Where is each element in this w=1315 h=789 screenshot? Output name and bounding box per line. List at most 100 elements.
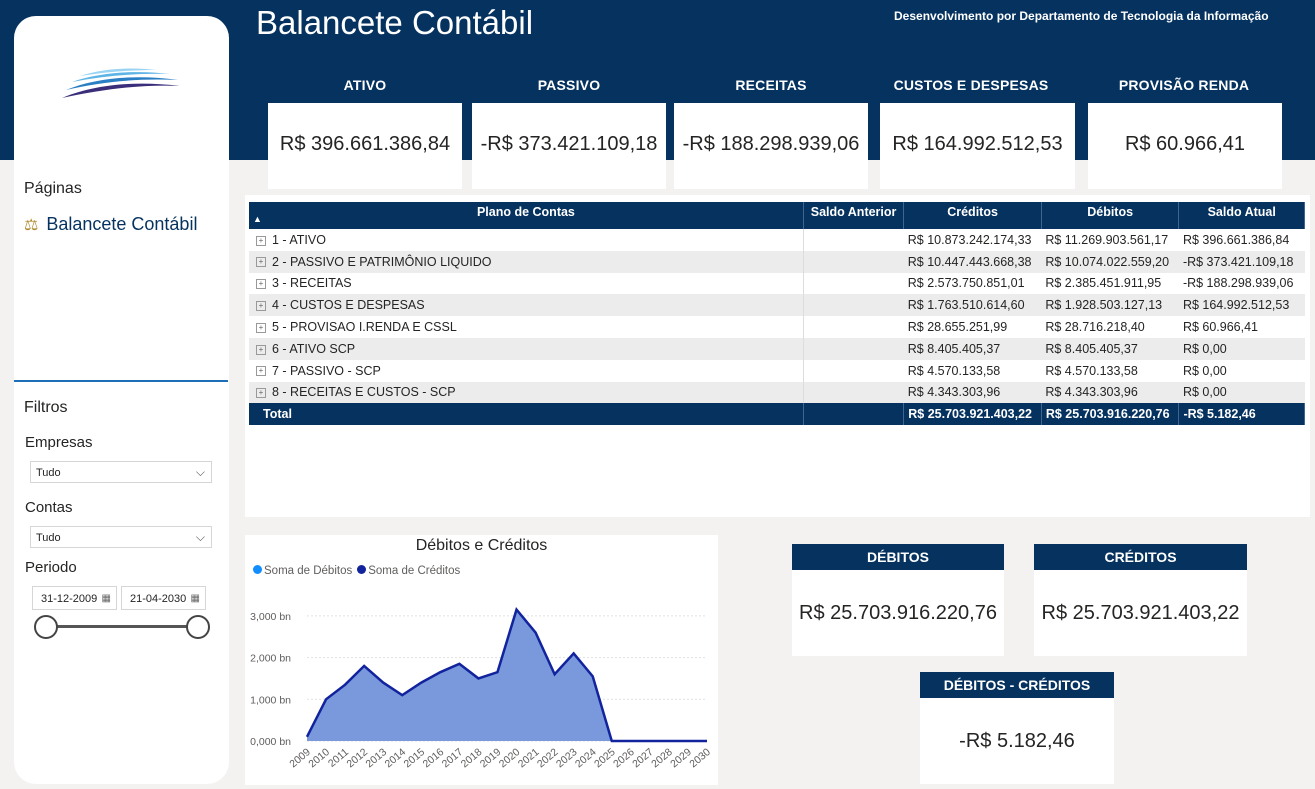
table-row[interactable]: +2 - PASSIVO E PATRIMÔNIO LIQUIDO R$ 10.4… bbox=[249, 250, 1305, 273]
expand-icon[interactable]: + bbox=[256, 235, 266, 246]
kpi-custos-card: R$ 164.992.512,53 bbox=[880, 103, 1075, 189]
table-row[interactable]: +4 - CUSTOS E DESPESAS R$ 1.763.510.614,6… bbox=[249, 294, 1305, 317]
cell-debitos: R$ 1.928.503.127,13 bbox=[1041, 294, 1179, 317]
kpi-ativo-label: ATIVO bbox=[343, 77, 387, 93]
empresas-label: Empresas bbox=[25, 434, 93, 451]
y-tick-label: 0,000 bn bbox=[250, 736, 291, 748]
cell-creditos: R$ 28.655.251,99 bbox=[907, 320, 1008, 335]
kpi-ativo-value: R$ 396.661.386,84 bbox=[279, 133, 451, 155]
cell-saldo-atual: -R$ 373.421.109,18 bbox=[1178, 250, 1305, 273]
cell-saldo-anterior bbox=[803, 316, 903, 338]
expand-icon[interactable]: + bbox=[256, 388, 266, 399]
kpi-ativo-card: R$ 396.661.386,84 bbox=[268, 103, 462, 189]
pages-heading: Páginas bbox=[24, 180, 82, 197]
contas-label: Contas bbox=[25, 499, 73, 516]
expand-icon[interactable]: + bbox=[256, 279, 266, 290]
table-total-row: Total R$ 25.703.921.403,22 R$ 25.703.916.2… bbox=[249, 403, 1305, 426]
cell-debitos: R$ 28.716.218,40 bbox=[1045, 320, 1145, 335]
cell-total-label: Total bbox=[249, 403, 804, 426]
scale-icon: ⚖ bbox=[24, 216, 39, 234]
period-slider-track[interactable] bbox=[45, 625, 197, 628]
nav-link-balancete[interactable]: ⚖ Balancete Contábil bbox=[24, 214, 197, 235]
kpi-receitas-label: RECEITAS bbox=[735, 77, 807, 93]
date-end-input[interactable]: 21-04-2030 ▦ bbox=[121, 586, 206, 610]
col-debitos[interactable]: Débitos bbox=[1041, 202, 1180, 229]
developer-credit: Desenvolvimento por Departamento de Tecn… bbox=[894, 9, 1269, 23]
page-title: Balancete Contábil bbox=[256, 4, 534, 41]
cell-debitos: R$ 2.385.451.911,95 bbox=[1045, 276, 1162, 291]
cell-conta: +2 - PASSIVO E PATRIMÔNIO LIQUIDO bbox=[249, 250, 804, 273]
cell-conta: +6 - ATIVO SCP bbox=[249, 337, 804, 360]
expand-icon[interactable]: + bbox=[256, 257, 266, 268]
cell-debitos: R$ 10.074.022.559,20 bbox=[1041, 250, 1179, 273]
area-fill-creditos bbox=[307, 609, 707, 741]
date-start-input[interactable]: 31-12-2009 ▦ bbox=[32, 586, 117, 610]
col-saldo-anterior[interactable]: Saldo Anterior bbox=[803, 202, 905, 229]
kpi-passivo-value: -R$ 373.421.109,18 bbox=[480, 133, 658, 155]
cell-debitos: R$ 4.343.303,96 bbox=[1041, 381, 1179, 404]
cell-debitos: R$ 11.269.903.561,17 bbox=[1045, 232, 1169, 247]
kpi-passivo-card: -R$ 373.421.109,18 bbox=[472, 103, 666, 189]
kpi-passivo-label: PASSIVO bbox=[537, 77, 601, 93]
kpi-custos-label: CUSTOS E DESPESAS bbox=[893, 77, 1049, 93]
cell-saldo-atual: -R$ 188.298.939,06 bbox=[1182, 276, 1294, 291]
cell-saldo-anterior bbox=[803, 229, 903, 251]
cell-total-debitos: R$ 25.703.916.220,76 bbox=[1041, 403, 1180, 426]
expand-icon[interactable]: + bbox=[256, 366, 266, 377]
col-plano-contas[interactable]: Plano de Contas ▲ bbox=[249, 202, 804, 229]
table-row[interactable]: +1 - ATIVO R$ 10.873.242.174,33 R$ 11.269.… bbox=[249, 229, 1305, 251]
contas-value: Tudo bbox=[36, 532, 61, 544]
expand-icon[interactable]: + bbox=[256, 300, 266, 311]
sidebar-divider bbox=[14, 380, 228, 382]
cell-saldo-anterior bbox=[803, 250, 904, 273]
table-row[interactable]: +5 - PROVISAO I.RENDA E CSSL R$ 28.655.25… bbox=[249, 316, 1305, 338]
empresas-value: Tudo bbox=[36, 467, 61, 479]
nav-link-label: Balancete Contábil bbox=[46, 214, 198, 234]
chevron-down-icon: ⌵ bbox=[195, 465, 205, 479]
period-slider-end-handle[interactable] bbox=[186, 615, 210, 639]
table-header-row: Plano de Contas ▲ Saldo Anterior Crédito… bbox=[249, 202, 1305, 229]
cell-conta: +4 - CUSTOS E DESPESAS bbox=[249, 294, 804, 317]
cell-total-saldo-anterior bbox=[803, 403, 905, 426]
col-saldo-atual[interactable]: Saldo Atual bbox=[1178, 202, 1305, 229]
kpi-provisao-label: PROVISÃO RENDA bbox=[1118, 77, 1250, 93]
table-row[interactable]: +6 - ATIVO SCP R$ 8.405.405,37 R$ 8.405.40… bbox=[249, 337, 1305, 360]
cell-conta: +1 - ATIVO bbox=[249, 229, 804, 251]
company-logo bbox=[62, 68, 180, 98]
cell-creditos: R$ 4.570.133,58 bbox=[907, 363, 1001, 378]
cell-saldo-anterior bbox=[803, 381, 904, 404]
table-row[interactable]: +8 - RECEITAS E CUSTOS - SCP R$ 4.343.303… bbox=[249, 381, 1305, 404]
col-creditos[interactable]: Créditos bbox=[903, 202, 1042, 229]
date-start-value: 31-12-2009 bbox=[41, 593, 98, 605]
diff-card-label: DÉBITOS - CRÉDITOS bbox=[920, 672, 1114, 698]
debitos-creditos-chart: Débitos e Créditos Soma de Débitos Soma … bbox=[245, 535, 718, 785]
contas-dropdown[interactable]: Tudo ⌵ bbox=[30, 526, 212, 548]
calendar-icon: ▦ bbox=[190, 593, 200, 604]
x-tick-label: 2030 bbox=[687, 746, 713, 770]
expand-icon[interactable]: + bbox=[256, 344, 266, 355]
cell-saldo-anterior bbox=[803, 360, 903, 382]
sort-ascending-icon[interactable]: ▲ bbox=[253, 214, 262, 224]
diff-card-value: -R$ 5.182,46 bbox=[920, 698, 1114, 784]
expand-icon[interactable]: + bbox=[256, 322, 266, 333]
table-row[interactable]: +3 - RECEITAS R$ 2.573.750.851,01 R$ 2.385… bbox=[249, 272, 1305, 295]
cell-total-saldo-atual: -R$ 5.182,46 bbox=[1178, 403, 1305, 426]
kpi-receitas-card: -R$ 188.298.939,06 bbox=[674, 103, 868, 189]
empresas-dropdown[interactable]: Tudo ⌵ bbox=[30, 461, 212, 483]
period-slider-start-handle[interactable] bbox=[34, 615, 58, 639]
creditos-card-value: R$ 25.703.921.403,22 bbox=[1034, 570, 1247, 656]
table-row[interactable]: +7 - PASSIVO - SCP R$ 4.570.133,58 R$ 4.57… bbox=[249, 359, 1305, 382]
kpi-provisao-card: R$ 60.966,41 bbox=[1088, 103, 1282, 189]
cell-debitos: R$ 4.570.133,58 bbox=[1045, 363, 1138, 378]
cell-creditos: R$ 1.763.510.614,60 bbox=[903, 294, 1042, 317]
cell-conta: +8 - RECEITAS E CUSTOS - SCP bbox=[249, 381, 804, 404]
cell-saldo-anterior bbox=[803, 294, 904, 317]
cell-saldo-atual: R$ 396.661.386,84 bbox=[1182, 232, 1290, 247]
y-tick-label: 1,000 bn bbox=[250, 694, 291, 706]
cell-conta: +7 - PASSIVO - SCP bbox=[249, 359, 804, 382]
calendar-icon: ▦ bbox=[101, 593, 111, 604]
date-end-value: 21-04-2030 bbox=[130, 593, 187, 605]
cell-total-creditos: R$ 25.703.921.403,22 bbox=[903, 403, 1042, 426]
cell-saldo-anterior bbox=[803, 337, 904, 360]
debitos-card-label: DÉBITOS bbox=[792, 544, 1004, 570]
